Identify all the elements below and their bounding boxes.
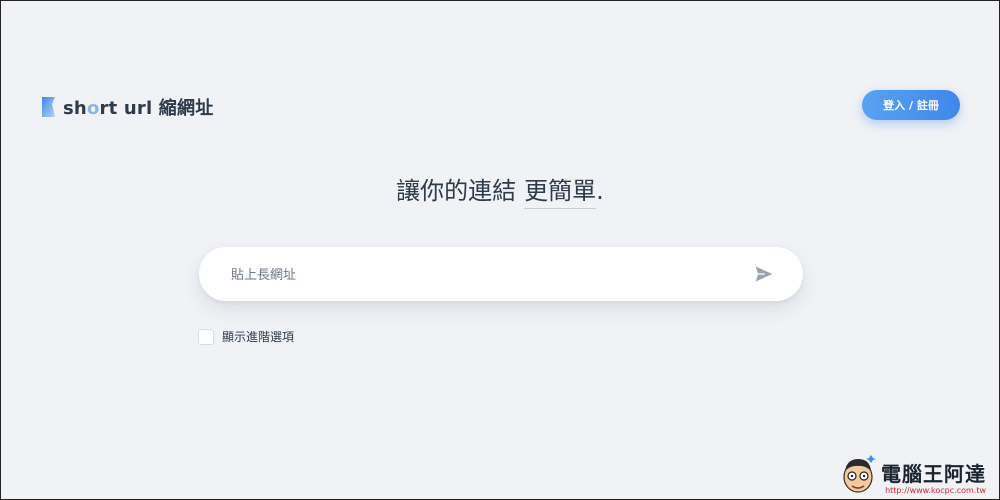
bookmark-logo-icon (42, 97, 55, 117)
logo[interactable]: short url 縮網址 (41, 94, 213, 120)
shorten-submit-button[interactable] (749, 261, 779, 287)
advanced-options-label: 顯示進階選項 (222, 330, 295, 344)
watermark: 電腦王阿達 http://www.kocpc.com.tw (839, 455, 986, 495)
page-headline: 讓你的連結 更簡單. (1, 171, 999, 209)
send-icon (755, 266, 773, 282)
headline-suffix: . (596, 177, 604, 205)
url-input-box (199, 247, 803, 303)
logo-text: short url 縮網址 (63, 98, 214, 119)
headline-main: 讓你的連結 (396, 177, 517, 205)
advanced-options-toggle[interactable]: 顯示進階選項 (198, 328, 294, 345)
headline-accent: 更簡單 (524, 171, 597, 209)
page: short url 縮網址 登入 / 註冊 讓你的連結更簡單. 顯示進階選項 電… (1, 1, 999, 499)
watermark-url: http://www.kocpc.com.tw (885, 486, 986, 495)
mascot-face-icon (843, 455, 876, 493)
watermark-title: 電腦王阿達 (881, 462, 986, 486)
long-url-input[interactable] (229, 247, 733, 303)
checkbox-icon[interactable] (198, 328, 214, 345)
login-register-button[interactable]: 登入 / 註冊 (862, 90, 960, 120)
